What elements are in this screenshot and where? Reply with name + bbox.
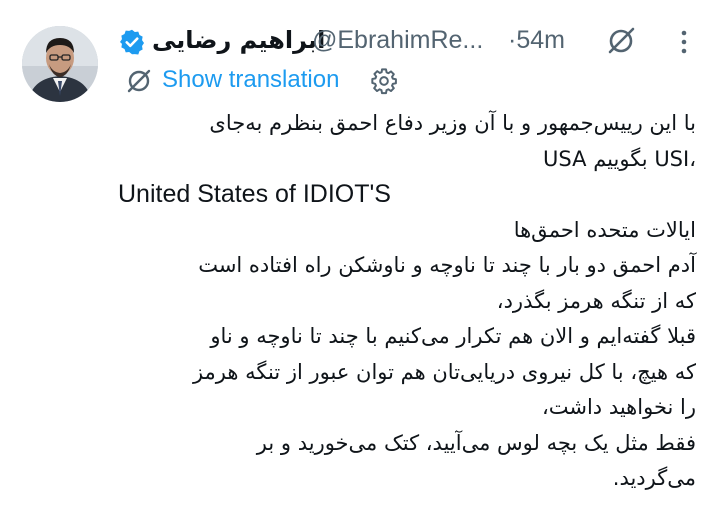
show-translation-link[interactable]: Show translation (162, 66, 339, 94)
profile-photo (22, 26, 98, 102)
tweet-line: را نخواهید داشت، (541, 395, 696, 419)
tweet-line: می‌گردید. (612, 466, 696, 490)
author-display-name[interactable]: ابراهیم رضایی (152, 26, 325, 54)
tweet-line: قبلا گفته‌ایم و الان هم تکرار می‌کنیم با… (210, 324, 696, 348)
more-vertical-icon[interactable] (676, 28, 692, 56)
grok-translate-icon (127, 69, 151, 93)
tweet-line: که از تنگه هرمز بگذرد، (496, 288, 696, 313)
tweet-text: با این رییس‌جمهور و با آن وزیر دفاع احمق… (112, 106, 696, 497)
tweet-line: که هیچ، با کل نیروی دریایی‌تان هم توان ع… (192, 359, 696, 384)
tweet-line: United States of IDIOT'S (118, 180, 391, 208)
tweet-header: ابراهیم رضایی @EbrahimRe... ·54m (112, 20, 708, 64)
tweet-line: با این رییس‌جمهور و با آن وزیر دفاع احمق… (209, 111, 696, 135)
translation-row: Show translation (126, 64, 426, 98)
tweet-line: فقط مثل یک بچه لوس می‌آیید، کتک می‌خورید… (256, 430, 696, 455)
tweet-line: ایالات متحده احمق‌ها (513, 217, 696, 242)
grok-slash-circle-icon[interactable] (606, 26, 636, 56)
avatar[interactable] (22, 26, 98, 102)
verified-badge-icon[interactable] (118, 28, 146, 56)
post-time[interactable]: ·54m (508, 26, 565, 55)
author-handle[interactable]: @EbrahimRe... (312, 26, 483, 55)
tweet-line: آدم احمق دو بار با چند تا ناوچه و ناوشکن… (198, 253, 696, 277)
tweet-line: USA بگوییم USI، (543, 146, 696, 171)
gear-icon[interactable] (370, 67, 398, 95)
